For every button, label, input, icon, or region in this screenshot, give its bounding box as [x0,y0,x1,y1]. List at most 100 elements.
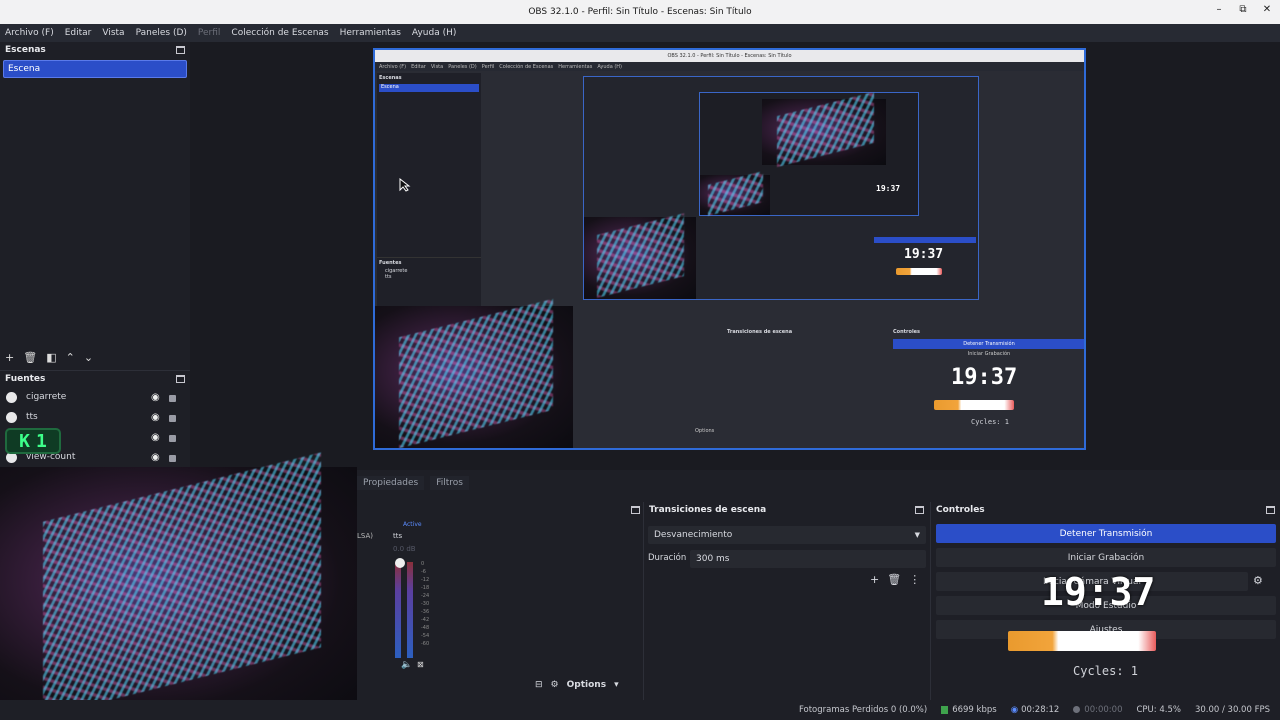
maximize-icon[interactable]: ⧉ [1236,4,1250,15]
undock-icon[interactable] [915,506,924,514]
undock-icon[interactable] [631,506,640,514]
eye-icon[interactable]: ◉ [151,392,160,403]
nested-menu-item: Herramientas [558,63,593,70]
controls-title: Controles [936,505,985,515]
nested-menu-item: Ayuda (H) [597,63,623,70]
close-icon[interactable]: ✕ [1260,4,1274,15]
lock-icon[interactable] [169,395,176,402]
move-down-icon[interactable]: ⌄ [84,351,93,364]
mixer-db: 0.0 dB [393,545,416,553]
chevron-down-icon: ▼ [914,531,920,539]
volume-meter [407,562,413,658]
nested-options: Options [695,428,715,434]
add-icon[interactable]: + [5,351,14,364]
mixer-channel: tts [393,532,403,540]
chevron-down-icon[interactable]: ▾ [614,680,619,690]
options-button[interactable]: Options [567,680,606,690]
undock-icon[interactable] [176,375,185,383]
volume-slider-handle[interactable] [395,558,405,568]
nested-controls: 19:37 [872,235,978,299]
stream-time: ◉ 00:28:12 [1010,705,1060,715]
scene-item[interactable]: Escena [3,60,187,78]
tab-filters[interactable]: Filtros [430,476,469,490]
more-vertical-icon[interactable]: ⋮ [909,573,920,586]
menu-bar: Archivo (F) Editar Vista Paneles (D) Per… [0,24,1280,42]
start-recording-button[interactable]: Iniciar Grabación [936,548,1276,567]
nested-titlebar: OBS 32.1.0 - Perfil: Sin Título - Escena… [375,50,1084,62]
minimize-icon[interactable]: – [1212,4,1226,15]
transition-select[interactable]: Desvanecimiento ▼ [648,526,926,544]
menu-vista[interactable]: Vista [102,28,124,38]
bitrate: 6699 kbps [941,705,997,715]
menu-archivo[interactable]: Archivo (F) [5,28,54,38]
source-label: tts [26,412,38,422]
nested-scenes: Escenas Escena [377,73,481,259]
gear-icon[interactable]: ⚙ [1253,574,1263,587]
menu-coleccion[interactable]: Colección de Escenas [231,28,328,38]
trash-icon[interactable]: 🗑 [887,573,901,586]
nested-stop-button [874,237,976,243]
nested-trans-title: Transiciones de escena [727,329,793,335]
nested-sources: Fuentes cigarrete tts [377,257,481,307]
undock-icon[interactable] [1266,506,1275,514]
browser-icon [6,391,17,403]
k1-letter: K [19,430,30,452]
mixer-device: LSA) [357,532,373,540]
keyboard-image [584,217,696,299]
lock-icon[interactable] [169,435,176,442]
broadcast-icon: ◉ [1010,705,1019,715]
menu-editar[interactable]: Editar [65,28,92,38]
lock-icon[interactable] [169,415,176,422]
source-item[interactable]: tts ◉ [0,407,190,427]
meter-ticks: 0 -6 -12 -18 -24 -30 -36 -42 -48 -54 -60 [421,561,430,647]
layout-icon[interactable]: ⊟ [535,680,543,690]
speaker-icon[interactable]: 🔈 [401,660,412,670]
duration-value: 300 ms [696,554,730,564]
gear-icon[interactable]: ⚙ [551,680,559,690]
volume-meter [395,562,401,658]
menu-herramientas[interactable]: Herramientas [340,28,401,38]
duration-input[interactable]: 300 ms [690,550,926,568]
undock-icon[interactable] [176,46,185,54]
cpu-usage: CPU: 4.5% [1136,705,1181,715]
signal-icon [941,705,949,714]
add-icon[interactable]: + [870,573,879,586]
tab-properties[interactable]: Propiedades [357,476,425,490]
controls-dock: Controles Detener Transmisión Iniciar Gr… [930,502,1280,700]
record-icon [1073,706,1081,713]
record-time: 00:00:00 [1073,705,1122,715]
nested-rec-btn: Iniciar Grabación [967,351,1011,357]
scene-item-label: Escena [8,64,41,74]
stop-streaming-button[interactable]: Detener Transmisión [936,524,1276,543]
filter-icon[interactable]: ◧ [46,351,56,364]
nested-title: OBS 32.1.0 - Perfil: Sin Título - Escena… [667,53,792,59]
menu-ayuda[interactable]: Ayuda (H) [412,28,456,38]
keyboard-image [700,175,770,215]
fps: 30.00 / 30.00 FPS [1194,705,1270,715]
lock-icon[interactable] [169,455,176,462]
nested-transitions: Transiciones de escena [727,329,887,369]
k1-number: 1 [36,430,47,452]
mixer-settings-icon[interactable]: ⊠ [417,660,424,669]
transitions-title: Transiciones de escena [649,505,767,515]
nested-sources-title: Fuentes [379,260,402,266]
mixer-toolbar: ⊟ ⚙ Options ▾ [535,680,619,690]
source-item[interactable]: cigarrete ◉ [0,387,190,407]
scene-toolbar: + 🗑 ◧ ⌃ ⌄ [5,351,93,364]
eye-icon[interactable]: ◉ [151,432,160,443]
preview-canvas[interactable]: OBS 32.1.0 - Perfil: Sin Título - Escena… [373,48,1086,450]
move-up-icon[interactable]: ⌃ [66,351,75,364]
menu-perfil[interactable]: Perfil [198,28,221,38]
menu-paneles[interactable]: Paneles (D) [136,28,187,38]
eye-icon[interactable]: ◉ [151,452,160,463]
nested-menu-item: Vista [430,63,444,70]
nested-menu-item: Editar [411,63,426,70]
trash-icon[interactable]: 🗑 [23,351,37,364]
progress-bar [934,400,1014,410]
sources-dock: Fuentes cigarrete ◉ tts ◉ K1 ◉ view-coun… [0,370,190,470]
keyboard-image [375,306,573,448]
duration-label: Duración [648,553,687,563]
nested-stop-btn: Detener Transmisión [893,339,1084,349]
nested-menu: Archivo (F) Editar Vista Paneles (D) Per… [375,62,1084,71]
eye-icon[interactable]: ◉ [151,412,160,423]
